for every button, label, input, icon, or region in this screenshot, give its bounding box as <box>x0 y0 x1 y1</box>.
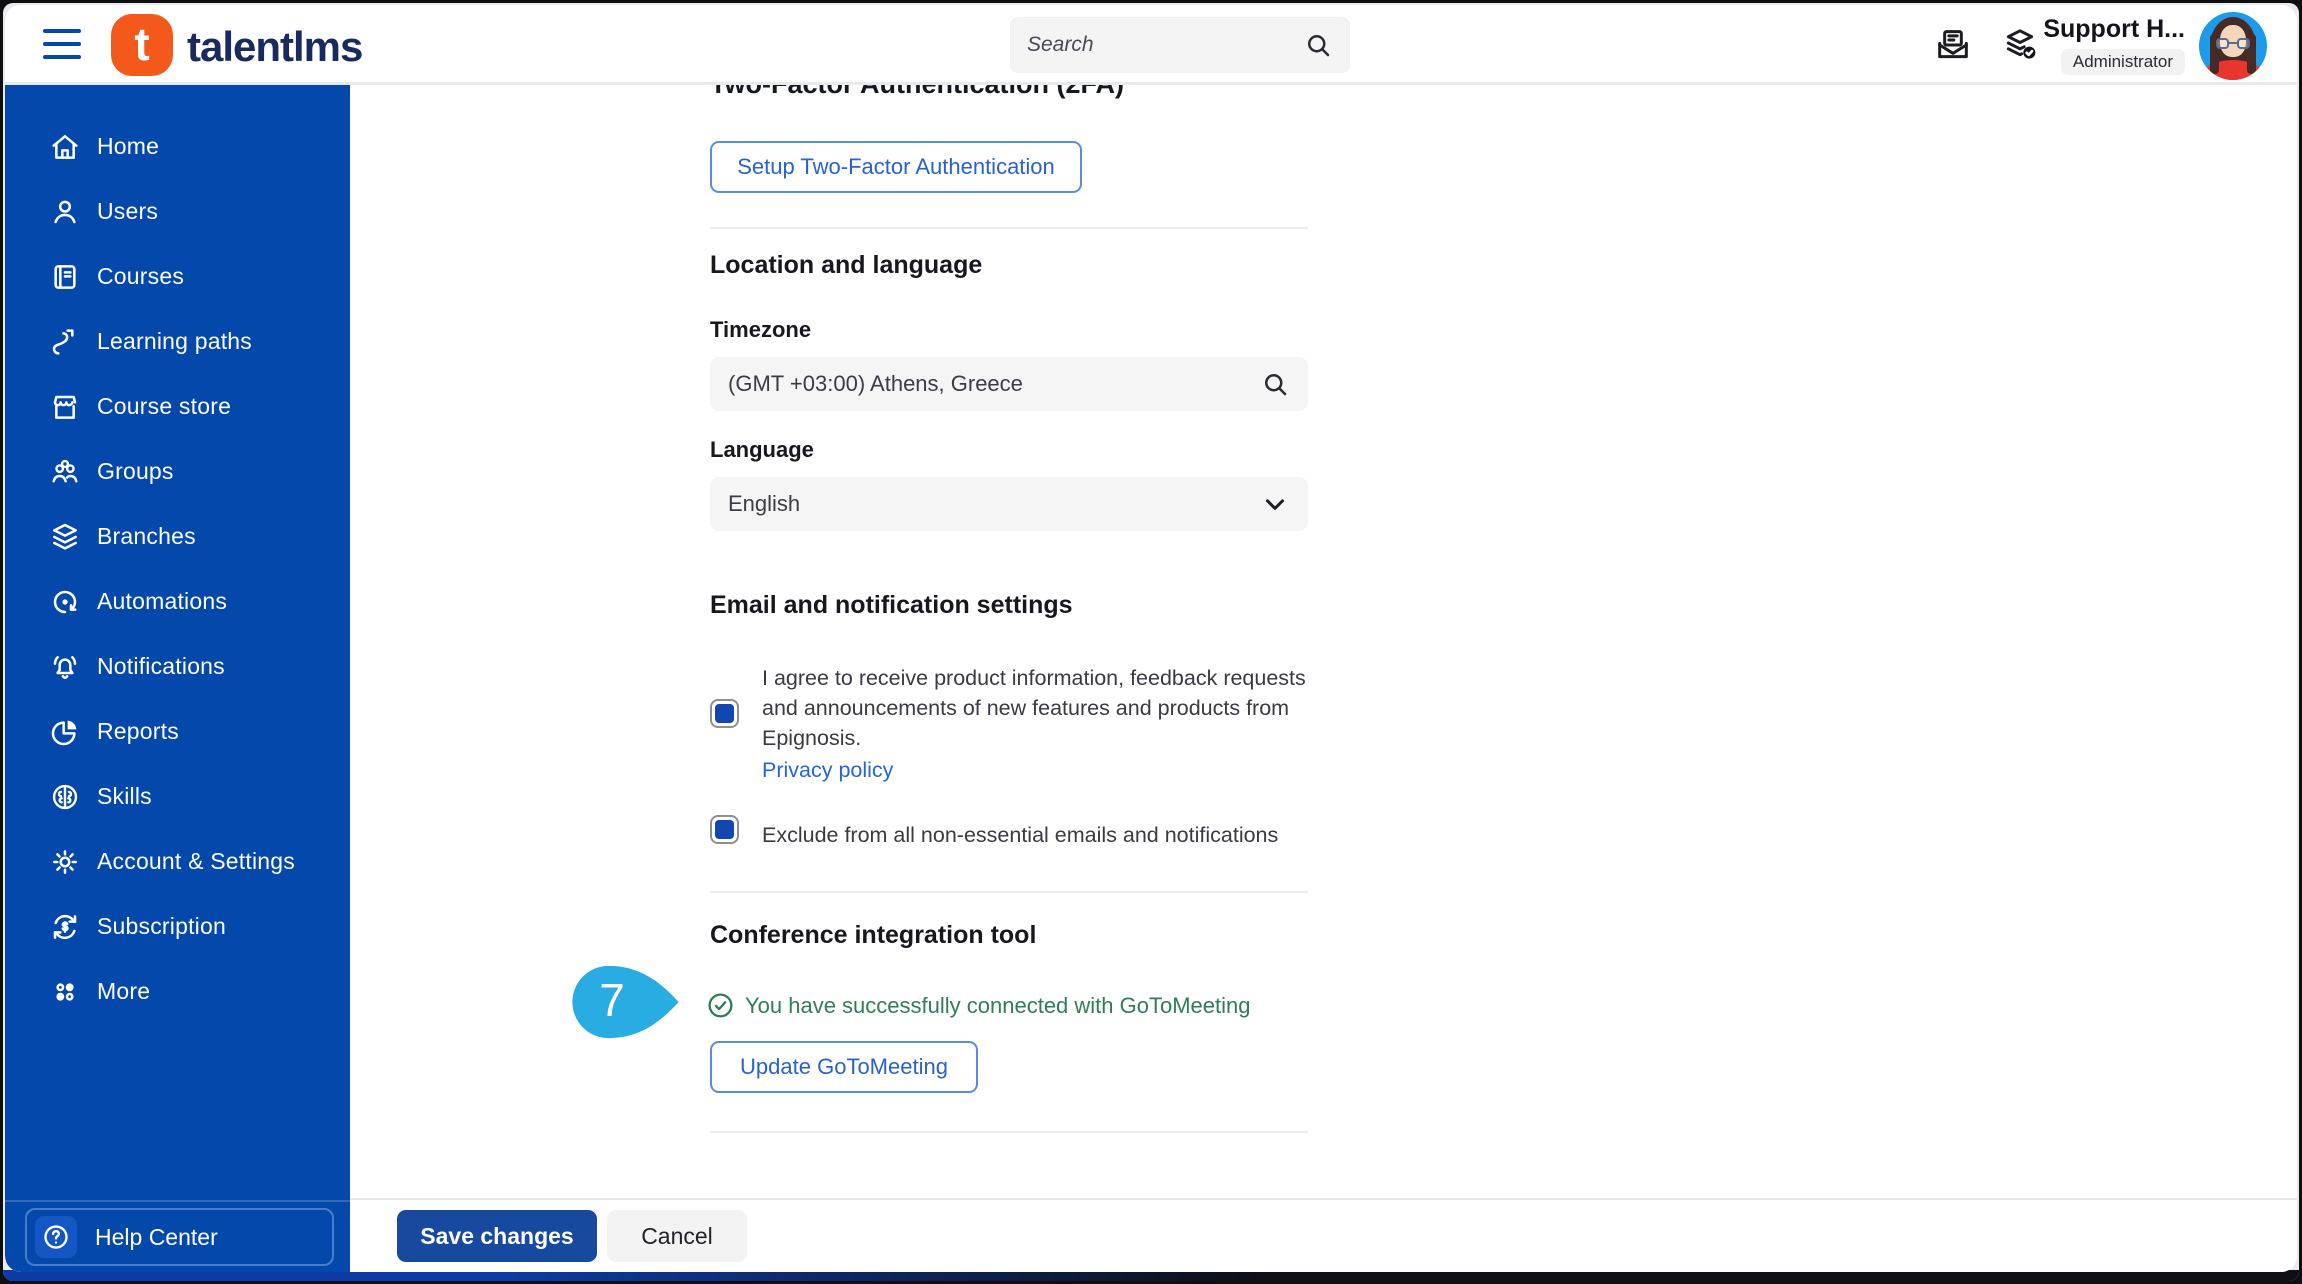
sidebar-item-learning-paths[interactable]: Learning paths <box>5 309 350 374</box>
divider <box>710 1131 1308 1133</box>
home-icon <box>52 134 78 159</box>
language-value: English <box>728 491 801 516</box>
divider <box>710 227 1308 229</box>
messages-icon[interactable] <box>1933 25 1973 65</box>
sidebar: Home Users Courses Learning paths Course… <box>5 85 350 1272</box>
sidebar-item-label: More <box>97 978 151 1004</box>
hamburger-menu-icon[interactable] <box>43 29 81 59</box>
annotation-callout-7: 7 <box>568 963 682 1041</box>
sidebar-item-branches[interactable]: Branches <box>5 504 350 569</box>
top-header: t talentlms Search Support H... Administ… <box>5 5 2297 85</box>
users-icon <box>54 200 76 223</box>
sidebar-item-label: Courses <box>97 263 185 289</box>
timezone-field[interactable]: (GMT +03:00) Athens, Greece <box>710 357 1308 411</box>
help-center-button[interactable]: Help Center <box>25 1208 334 1266</box>
timezone-label: Timezone <box>710 317 812 342</box>
reports-icon <box>51 720 77 745</box>
avatar[interactable] <box>2199 12 2267 80</box>
app-window: t talentlms Search Support H... Administ… <box>5 5 2297 1272</box>
skills-icon <box>52 784 78 809</box>
courses-icon <box>54 264 76 289</box>
marketing-consent-checkbox[interactable] <box>710 699 739 728</box>
privacy-policy-link[interactable]: Privacy policy <box>762 755 893 785</box>
sidebar-item-users[interactable]: Users <box>5 179 350 244</box>
sidebar-item-label: Subscription <box>97 913 226 939</box>
sidebar-item-courses[interactable]: Courses <box>5 244 350 309</box>
section-title-2fa: Two-Factor Authentication (2FA) <box>710 85 1124 100</box>
global-search[interactable] <box>1010 17 1350 73</box>
branches-icon <box>53 523 77 550</box>
sidebar-item-reports[interactable]: Reports <box>5 699 350 764</box>
sidebar-divider <box>5 1200 350 1202</box>
search-icon[interactable] <box>1303 30 1333 60</box>
talentlms-logo-icon[interactable]: t <box>111 14 173 76</box>
help-center-label: Help Center <box>95 1223 218 1250</box>
groups-icon <box>52 459 78 483</box>
search-icon[interactable] <box>1260 369 1290 399</box>
section-title-location: Location and language <box>710 251 983 279</box>
brand-title: talentlms <box>187 23 363 70</box>
sidebar-item-automations[interactable]: Automations <box>5 569 350 634</box>
sidebar-item-notifications[interactable]: Notifications <box>5 634 350 699</box>
sidebar-item-label: Reports <box>97 718 179 744</box>
section-title-conference: Conference integration tool <box>710 921 1037 949</box>
sidebar-item-home[interactable]: Home <box>5 114 350 179</box>
sidebar-item-subscription[interactable]: Subscription <box>5 894 350 959</box>
sidebar-item-label: Skills <box>97 783 152 809</box>
course-store-icon <box>53 395 77 419</box>
action-footer: Save changes Cancel <box>350 1198 2297 1272</box>
user-role-badge: Administrator <box>2060 49 2185 75</box>
sidebar-item-course-store[interactable]: Course store <box>5 374 350 439</box>
section-title-email: Email and notification settings <box>710 591 1073 619</box>
help-icon <box>35 1216 77 1258</box>
gotomeeting-success-message: You have successfully connected with GoT… <box>745 993 1251 1018</box>
window-frame: t talentlms Search Support H... Administ… <box>3 3 2299 1281</box>
sidebar-item-label: Home <box>97 133 160 159</box>
screenshot-canvas: t talentlms Search Support H... Administ… <box>0 0 2302 1284</box>
sidebar-item-label: Automations <box>97 588 228 614</box>
exclude-emails-checkbox[interactable] <box>710 815 739 844</box>
gear-icon <box>53 849 77 874</box>
language-select[interactable]: English <box>710 477 1308 531</box>
setup-2fa-button[interactable]: Setup Two-Factor Authentication <box>710 141 1082 193</box>
sidebar-item-skills[interactable]: Skills <box>5 764 350 829</box>
check-circle-icon <box>708 993 733 1018</box>
sidebar-item-label: Learning paths <box>97 328 252 354</box>
timezone-value: (GMT +03:00) Athens, Greece <box>728 371 1023 396</box>
search-input[interactable] <box>1027 33 1303 57</box>
sidebar-item-label: Groups <box>97 458 174 484</box>
user-menu[interactable]: Support H... Administrator <box>2043 15 2185 75</box>
sidebar-item-label: Account & Settings <box>97 848 295 874</box>
learning-paths-icon <box>52 328 74 355</box>
sidebar-item-label: Branches <box>97 523 196 549</box>
user-name: Support H... <box>2043 15 2185 43</box>
sidebar-item-more[interactable]: More <box>5 959 350 1024</box>
divider <box>710 891 1308 893</box>
automations-icon <box>53 590 77 613</box>
annotation-number: 7 <box>599 974 625 1026</box>
cancel-button[interactable]: Cancel <box>607 1210 747 1262</box>
notifications-icon <box>53 655 77 679</box>
sidebar-item-label: Notifications <box>97 653 225 679</box>
update-gotomeeting-button[interactable]: Update GoToMeeting <box>710 1041 978 1093</box>
settings-content: Two-Factor Authentication (2FA) Setup Tw… <box>350 85 2297 1198</box>
consent-paragraph: I agree to receive product information, … <box>762 666 1306 750</box>
chevron-down-icon[interactable] <box>1260 489 1290 519</box>
exclude-emails-text: Exclude from all non-essential emails an… <box>762 823 1279 847</box>
sidebar-item-account-settings[interactable]: Account & Settings <box>5 829 350 894</box>
more-icon <box>56 982 74 1001</box>
sidebar-item-label: Course store <box>97 393 232 419</box>
sidebar-item-groups[interactable]: Groups <box>5 439 350 504</box>
sidebar-item-label: Users <box>97 198 159 224</box>
subscription-icon <box>53 914 77 939</box>
logo-letter: t <box>134 17 150 70</box>
language-label: Language <box>710 437 814 462</box>
levels-badge-icon[interactable] <box>2000 25 2040 65</box>
marketing-consent-text: I agree to receive product information, … <box>762 663 1322 785</box>
save-changes-button[interactable]: Save changes <box>397 1210 597 1262</box>
